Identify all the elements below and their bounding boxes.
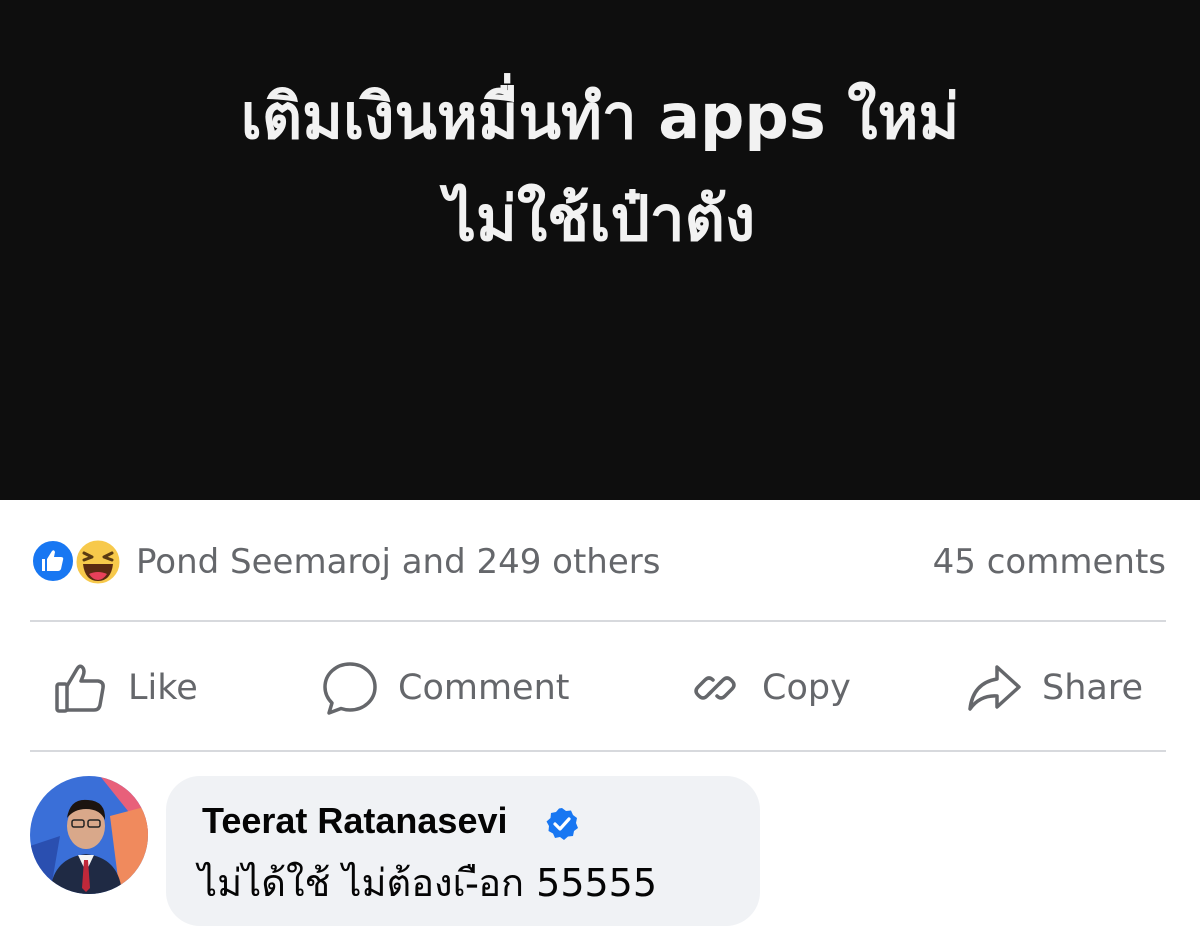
comment-text: ไม่ได้ใช้ ไม่ต้องเ-ือก 55555 bbox=[198, 861, 658, 905]
share-label: Share bbox=[1042, 668, 1144, 708]
post-image-text-line1: เติมเงินหมื่นทำ apps ใหม่ bbox=[240, 80, 960, 153]
share-arrow-icon bbox=[964, 659, 1024, 717]
comment-button[interactable]: Comment bbox=[320, 658, 569, 718]
copy-label: Copy bbox=[762, 668, 851, 708]
verified-badge-icon bbox=[544, 806, 580, 842]
comment-item: Teerat Ratanasevi ไม่ได้ใช้ ไม่ต้องเ-ือก… bbox=[0, 770, 1200, 926]
like-reaction-icon bbox=[30, 538, 76, 584]
reactions-summary-text[interactable]: Pond Seemaroj and 249 others bbox=[136, 542, 660, 582]
haha-reaction-icon bbox=[72, 536, 124, 588]
post-image[interactable]: เติมเงินหมื่นทำ apps ใหม่ ไม่ใช้เป๋าตัง bbox=[0, 0, 1200, 500]
post-image-text-line2: ไม่ใช้เป๋าตัง bbox=[444, 182, 756, 255]
link-icon bbox=[686, 659, 744, 717]
comments-count-link[interactable]: 45 comments bbox=[933, 542, 1166, 582]
reactions-summary-row: Pond Seemaroj and 249 others 45 comments bbox=[30, 536, 1166, 590]
commenter-avatar[interactable] bbox=[30, 776, 148, 894]
divider-bottom bbox=[30, 750, 1166, 752]
post-actions-bar: Like Comment Copy Share bbox=[0, 650, 1200, 726]
like-label: Like bbox=[128, 668, 198, 708]
comment-bubble[interactable]: Teerat Ratanasevi ไม่ได้ใช้ ไม่ต้องเ-ือก… bbox=[166, 776, 760, 926]
comment-label: Comment bbox=[398, 668, 570, 708]
speech-bubble-icon bbox=[320, 658, 380, 718]
like-button[interactable]: Like bbox=[52, 658, 198, 718]
reaction-icons[interactable] bbox=[30, 536, 126, 588]
copy-link-button[interactable]: Copy bbox=[686, 658, 851, 718]
commenter-name[interactable]: Teerat Ratanasevi bbox=[202, 800, 508, 842]
thumbs-up-icon bbox=[52, 659, 110, 717]
divider-top bbox=[30, 620, 1166, 622]
share-button[interactable]: Share bbox=[964, 658, 1143, 718]
